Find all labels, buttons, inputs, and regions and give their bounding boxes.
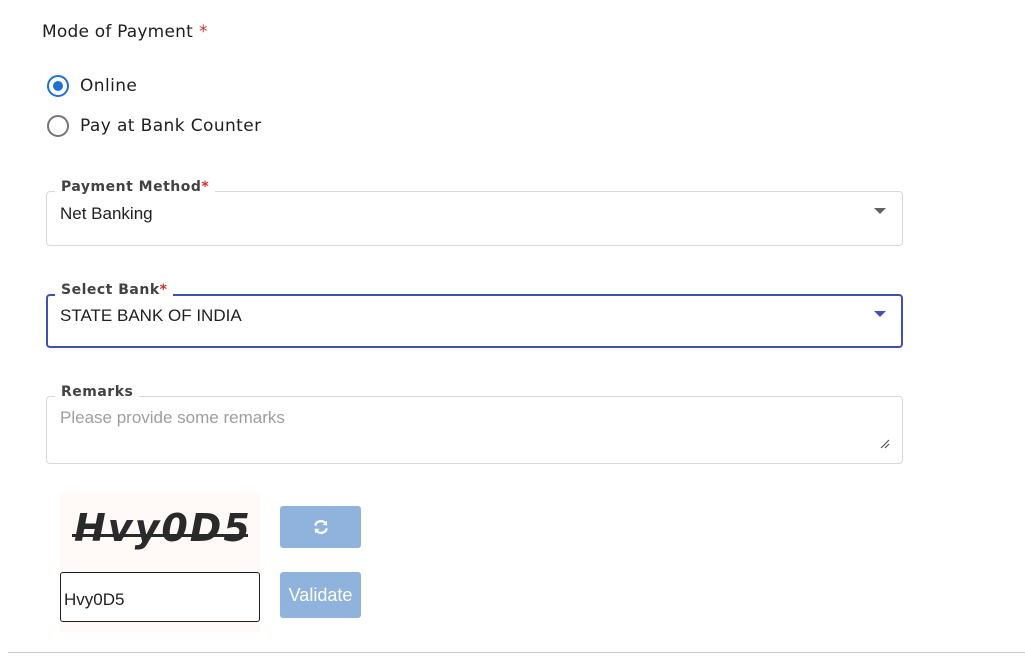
resize-handle-icon[interactable] <box>880 439 890 449</box>
payment-method-label-text: Payment Method <box>61 179 202 195</box>
remarks-label: Remarks <box>55 384 140 400</box>
remarks-textarea[interactable]: Remarks Please provide some remarks <box>46 384 903 464</box>
select-bank-value: STATE BANK OF INDIA <box>60 306 242 325</box>
validate-button[interactable]: Validate <box>280 572 361 618</box>
dropdown-arrow-icon[interactable] <box>874 311 886 317</box>
select-bank-label: Select Bank* <box>55 282 174 298</box>
required-asterisk: * <box>198 22 208 42</box>
captcha-strike-line <box>72 534 248 537</box>
payment-method-select[interactable]: Payment Method* Net Banking <box>46 179 903 246</box>
mode-of-payment-title: Mode of Payment <box>42 22 193 42</box>
captcha-image-text: Hvy0D5 <box>74 506 252 550</box>
radio-online-indicator[interactable] <box>47 75 69 97</box>
required-asterisk: * <box>159 282 168 298</box>
radio-pay-at-bank-counter-label[interactable]: Pay at Bank Counter <box>80 116 262 136</box>
captcha-panel: Hvy0D5 <box>60 492 260 632</box>
radio-online-label[interactable]: Online <box>80 76 137 96</box>
radio-pay-at-bank-counter[interactable]: Pay at Bank Counter <box>47 115 262 137</box>
radio-online[interactable]: Online <box>47 75 137 97</box>
remarks-placeholder: Please provide some remarks <box>60 408 285 427</box>
mode-of-payment-heading: Mode of Payment * <box>42 22 208 42</box>
payment-method-value: Net Banking <box>60 204 153 223</box>
divider <box>8 652 1025 653</box>
select-bank-select[interactable]: Select Bank* STATE BANK OF INDIA <box>46 282 903 348</box>
payment-method-label: Payment Method* <box>55 179 216 195</box>
captcha-input[interactable] <box>60 572 260 622</box>
refresh-icon <box>313 520 328 534</box>
dropdown-arrow-icon[interactable] <box>874 208 886 214</box>
required-asterisk: * <box>201 179 210 195</box>
radio-pay-at-bank-counter-indicator[interactable] <box>47 115 69 137</box>
refresh-captcha-button[interactable] <box>280 506 361 548</box>
select-bank-label-text: Select Bank <box>61 282 160 298</box>
